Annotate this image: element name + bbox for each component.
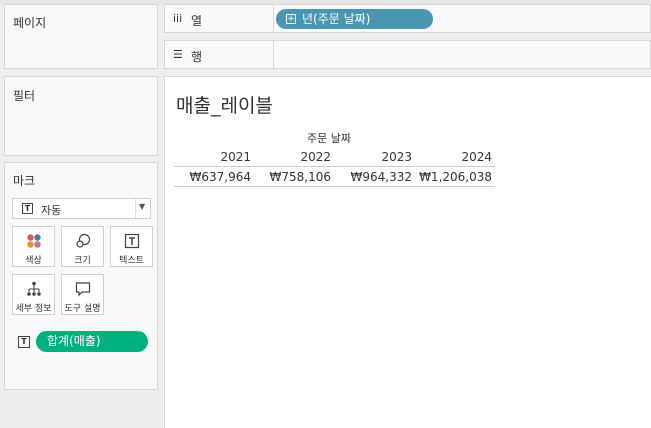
mark-type-label: 자동	[41, 204, 62, 217]
worksheet-view[interactable]: 매출_레이블 주문 날짜 2021 2022 2023 2024 ₩637,96…	[164, 76, 651, 428]
dropdown-divider	[135, 199, 136, 218]
tableau-worksheet: 페이지 필터 마크 T 자동 ▼ 색상 크기 텍스트 세부 정보 도구 설명 T…	[0, 0, 651, 428]
sales-value[interactable]: ₩758,106	[251, 170, 332, 184]
year-header[interactable]: 2022	[251, 150, 331, 164]
rows-icon: ☰	[173, 48, 183, 61]
columns-icon: iii	[173, 12, 183, 25]
detail-icon	[27, 281, 41, 296]
text-button[interactable]: 텍스트	[110, 226, 153, 267]
detail-button[interactable]: 세부 정보	[12, 274, 55, 315]
size-label: 크기	[74, 256, 91, 266]
detail-label: 세부 정보	[15, 304, 52, 314]
chevron-down-icon[interactable]: ▼	[139, 202, 145, 211]
year-order-date-pill[interactable]: + 년(주문 날짜)	[276, 9, 433, 29]
year-header[interactable]: 2024	[412, 150, 492, 164]
rows-label: 행	[191, 50, 203, 64]
color-button[interactable]: 색상	[12, 226, 55, 267]
text-mark-icon: T	[22, 203, 33, 214]
table-rule	[174, 166, 495, 167]
tooltip-icon	[75, 282, 91, 297]
marks-card: 마크 T 자동 ▼ 색상 크기 텍스트 세부 정보 도구 설명 T 합계(매출)	[4, 162, 158, 390]
sales-value[interactable]: ₩1,206,038	[412, 170, 492, 184]
color-label: 색상	[25, 256, 42, 266]
sales-value[interactable]: ₩964,332	[332, 170, 413, 184]
filters-card[interactable]: 필터	[4, 76, 158, 156]
text-label: 텍스트	[119, 256, 144, 266]
table-rule	[174, 186, 495, 187]
size-icon	[76, 233, 91, 248]
marks-title: 마크	[13, 174, 36, 188]
text-icon	[124, 233, 140, 249]
column-header-order-date[interactable]: 주문 날짜	[307, 130, 351, 146]
filters-title: 필터	[13, 89, 36, 103]
columns-label: 열	[191, 14, 203, 28]
size-button[interactable]: 크기	[61, 226, 104, 267]
sum-sales-pill[interactable]: 합계(매출)	[36, 331, 148, 352]
rows-shelf[interactable]: ☰ 행	[164, 40, 651, 69]
tooltip-label: 도구 설명	[64, 304, 101, 314]
mark-type-dropdown[interactable]: T 자동 ▼	[12, 198, 151, 219]
tooltip-button[interactable]: 도구 설명	[61, 274, 104, 315]
year-header[interactable]: 2023	[332, 150, 412, 164]
color-icon	[27, 234, 41, 248]
text-encoding-icon[interactable]: T	[18, 336, 30, 348]
columns-shelf[interactable]: iii 열 + 년(주문 날짜)	[164, 4, 651, 33]
shelf-divider	[273, 41, 274, 68]
pages-card[interactable]: 페이지	[4, 4, 158, 69]
expand-plus-icon[interactable]: +	[286, 14, 296, 24]
shelf-divider	[273, 5, 274, 32]
year-header[interactable]: 2021	[171, 150, 251, 164]
sheet-title[interactable]: 매출_레이블	[176, 91, 273, 118]
sales-value[interactable]: ₩637,964	[171, 170, 252, 184]
column-pill-label: 년(주문 날짜)	[302, 12, 371, 26]
pages-title: 페이지	[13, 16, 47, 30]
